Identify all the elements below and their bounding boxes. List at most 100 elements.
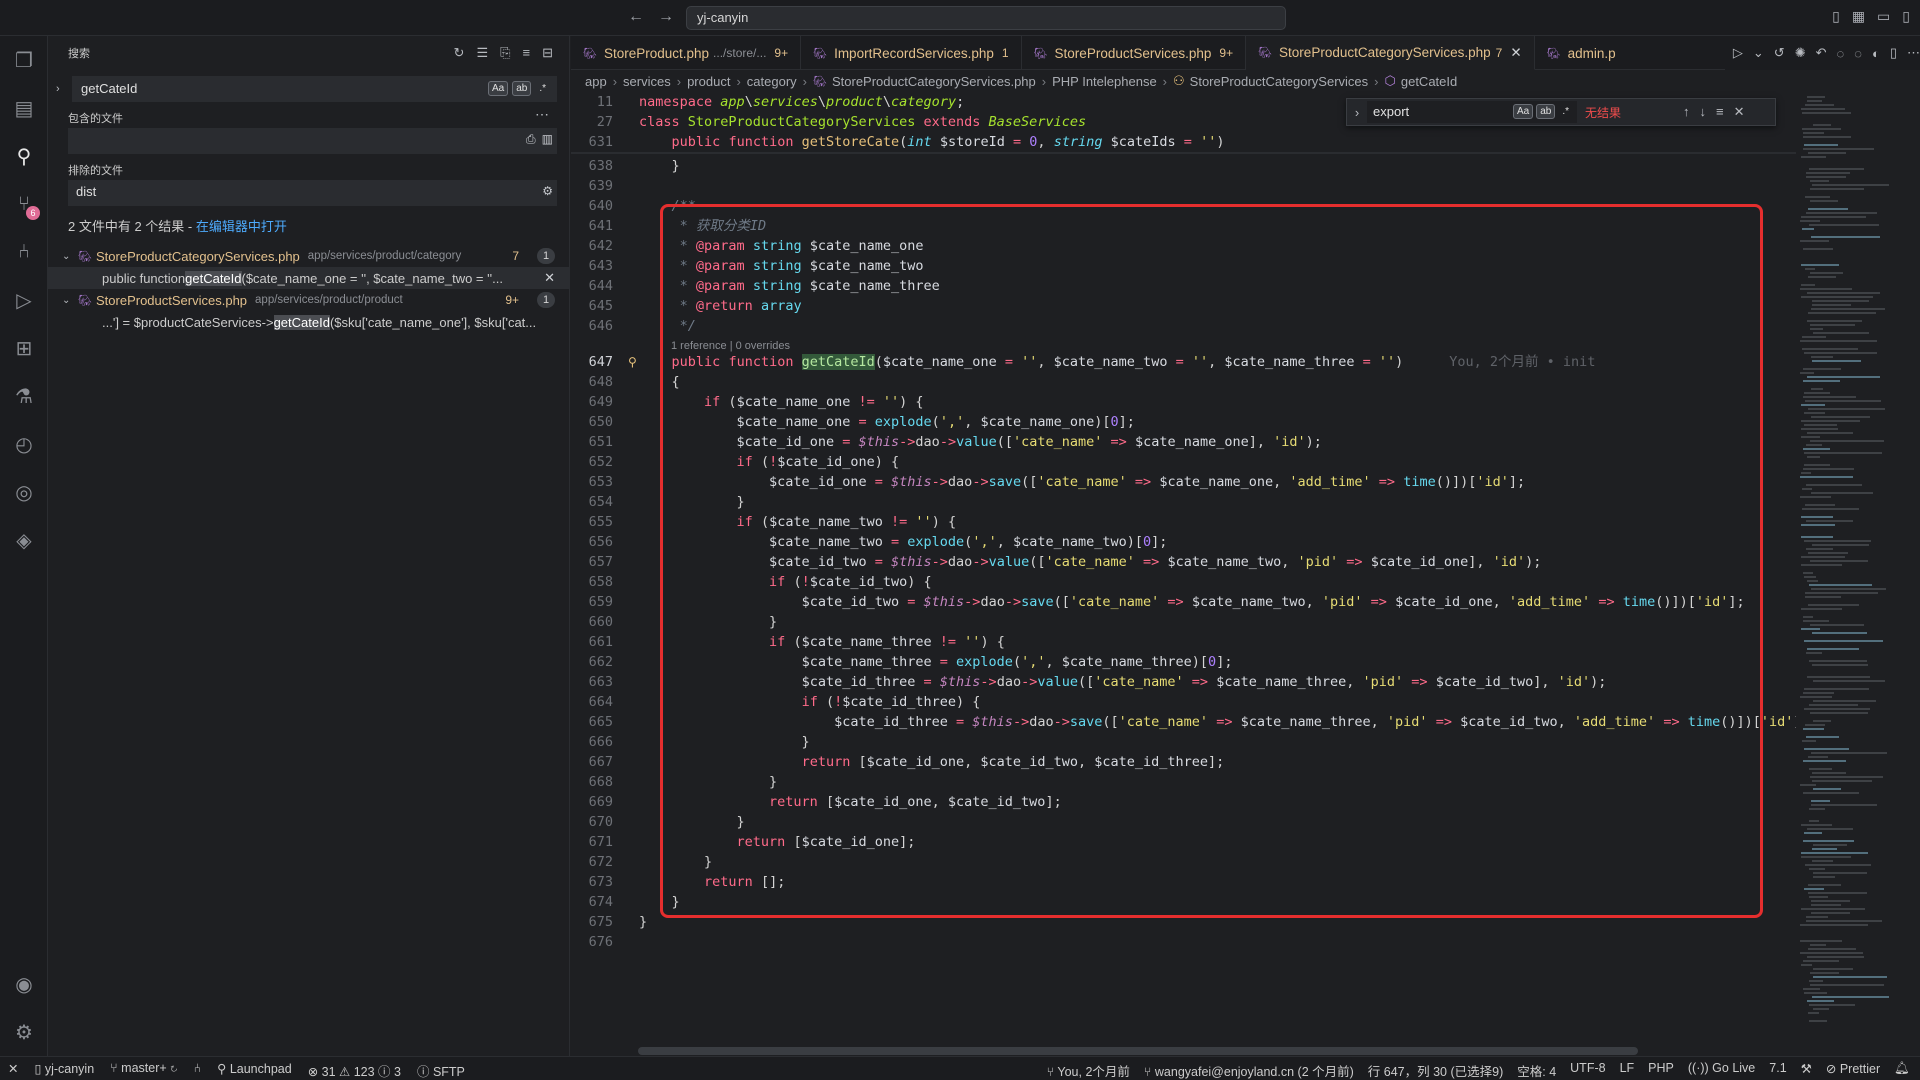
result-file[interactable]: ⌄ 🐘︎ StoreProductServices.php app/servic… xyxy=(48,289,569,311)
tab-import-record-services[interactable]: 🐘︎ ImportRecordServices.php 1 xyxy=(801,36,1022,70)
close-tab-icon[interactable]: ✕ xyxy=(1510,45,1521,61)
match-whole-word-icon[interactable]: ab xyxy=(512,81,532,96)
match-case-icon[interactable]: Aa xyxy=(1512,104,1534,119)
run-icon[interactable]: ▷ xyxy=(1733,45,1743,61)
next-match-icon[interactable]: ↓ xyxy=(1700,104,1707,120)
toggle-replace-icon[interactable]: › xyxy=(56,83,72,95)
match-case-icon[interactable]: Aa xyxy=(487,81,509,96)
toggle-replace-icon[interactable]: › xyxy=(1347,105,1367,120)
breadcrumb-item[interactable]: category xyxy=(747,74,797,89)
clear-results-icon[interactable]: ☰ xyxy=(476,45,488,61)
gitlens-icon[interactable]: ◈ xyxy=(0,516,48,564)
sftp-item[interactable]: ⓘ SFTP xyxy=(417,1061,465,1080)
code-editor[interactable]: 11 namespace app\services\product\categor… xyxy=(571,92,1796,1046)
prettier-item[interactable]: ⊘ Prettier xyxy=(1826,1061,1880,1080)
close-icon[interactable]: ✕ xyxy=(1734,104,1745,120)
commit-next-icon[interactable]: ◌ xyxy=(1854,46,1862,61)
tab-store-product-category-services[interactable]: 🐘︎ StoreProductCategoryServices.php 7 ✕ xyxy=(1246,36,1535,70)
refresh-icon[interactable]: ↻ xyxy=(454,45,465,61)
cursor-position[interactable]: 行 647，列 30 (已选择9) xyxy=(1368,1061,1503,1080)
book-icon[interactable]: ▥ xyxy=(542,132,553,147)
result-match[interactable]: public function getCateId ($cate_name_one… xyxy=(48,267,569,289)
dismiss-icon[interactable]: ✕ xyxy=(544,270,555,286)
open-changes-icon[interactable]: ◐ xyxy=(1872,46,1880,61)
result-file[interactable]: ⌄ 🐘︎ StoreProductCategoryServices.php ap… xyxy=(48,245,569,267)
lightbulb-icon[interactable]: ⚲ xyxy=(628,352,637,372)
customize-layout-icon[interactable]: ▦ xyxy=(1852,8,1865,25)
back-arrow-icon[interactable]: ← xyxy=(628,8,644,26)
chevron-down-icon[interactable]: ⌄ xyxy=(62,295,78,306)
timeline-icon[interactable]: ◴ xyxy=(0,420,48,468)
explorer-icon[interactable]: ❐ xyxy=(0,36,48,84)
match-whole-word-icon[interactable]: ab xyxy=(1536,104,1556,119)
openai-icon[interactable]: ✺ xyxy=(1795,45,1806,61)
collapse-all-icon[interactable]: ⊟ xyxy=(542,45,553,61)
workspace-name[interactable]: ▯ yj-canyin xyxy=(34,1061,94,1080)
indentation[interactable]: 空格: 4 xyxy=(1517,1061,1556,1080)
php-version[interactable]: 7.1 xyxy=(1769,1061,1786,1080)
more-icon[interactable]: ⋯ xyxy=(535,106,549,123)
find-in-selection-icon[interactable]: ≡ xyxy=(1716,104,1724,120)
breadcrumb-item[interactable]: PHP Intelephense xyxy=(1052,74,1157,89)
breadcrumb-item[interactable]: product xyxy=(687,74,730,89)
regex-icon[interactable]: .* xyxy=(535,81,550,96)
remote-indicator-icon[interactable]: ✕ xyxy=(8,1061,18,1080)
blame-item[interactable]: ⑂ You, 2个月前 xyxy=(1047,1061,1130,1080)
breadcrumb-item[interactable]: StoreProductCategoryServices.php xyxy=(832,74,1036,89)
tab-store-product-services[interactable]: 🐘︎ StoreProductServices.php 9+ xyxy=(1022,36,1247,70)
split-editor-icon[interactable]: ▯ xyxy=(1890,45,1897,61)
breadcrumb-item[interactable]: services xyxy=(623,74,671,89)
tools-icon[interactable]: ⚒ xyxy=(1801,1061,1812,1080)
breadcrumb-item[interactable]: app xyxy=(585,74,607,89)
minimap[interactable] xyxy=(1796,92,1906,1046)
command-center[interactable]: yj-canyin xyxy=(686,6,1286,30)
history-icon[interactable]: ↺ xyxy=(1774,45,1785,61)
result-match[interactable]: ...'] = $productCateServices-> getCateId(… xyxy=(48,311,569,333)
forward-arrow-icon[interactable]: → xyxy=(658,8,674,26)
encoding[interactable]: UTF-8 xyxy=(1570,1061,1605,1080)
include-files-input[interactable]: ⎙ ▥ xyxy=(68,128,557,154)
source-control-icon[interactable]: ⑂ 6 xyxy=(0,180,48,228)
toggle-sidebar-icon[interactable]: ▯ xyxy=(1832,8,1840,25)
account-icon[interactable]: ◉ xyxy=(0,960,48,1008)
extensions-icon[interactable]: ⊞ xyxy=(0,324,48,372)
branch-indicator[interactable]: ⑂ master+ ↻ xyxy=(110,1061,177,1080)
language-mode[interactable]: PHP xyxy=(1648,1061,1674,1080)
vertical-scrollbar[interactable] xyxy=(1906,92,1920,1046)
toggle-panel-icon[interactable]: ▭ xyxy=(1877,8,1890,25)
files-icon[interactable]: ▤ xyxy=(0,84,48,132)
view-as-tree-icon[interactable]: ≡ xyxy=(523,45,531,61)
open-editors-only-icon[interactable]: ⎙ xyxy=(526,132,536,147)
git-graph-icon[interactable]: ⑃ xyxy=(194,1061,202,1080)
exclude-files-input[interactable]: dist ⚙ xyxy=(68,180,557,206)
toggle-secondary-sidebar-icon[interactable]: ▯ xyxy=(1902,8,1910,25)
commit-icon[interactable]: ◌ xyxy=(1837,46,1845,61)
go-back-icon[interactable]: ↶ xyxy=(1816,45,1827,61)
new-search-editor-icon[interactable]: ⎘ xyxy=(500,45,510,61)
breadcrumb-item[interactable]: StoreProductCategoryServices xyxy=(1190,74,1368,89)
horizontal-scrollbar[interactable] xyxy=(638,1047,1638,1055)
git-graph-icon[interactable]: ⑃ xyxy=(0,228,48,276)
go-live-item[interactable]: ((·)) Go Live xyxy=(1688,1061,1755,1080)
find-input[interactable]: export Aa ab .* xyxy=(1367,101,1577,123)
testing-icon[interactable]: ⚗ xyxy=(0,372,48,420)
launchpad-item[interactable]: ⚲ Launchpad xyxy=(217,1061,292,1080)
search-icon[interactable]: ⚲ xyxy=(0,132,48,180)
tab-admin[interactable]: 🐘︎ admin.p xyxy=(1535,36,1628,70)
previous-match-icon[interactable]: ↑ xyxy=(1683,104,1690,120)
chevron-down-icon[interactable]: ⌄ xyxy=(1753,45,1764,61)
remote-explorer-icon[interactable]: ◎ xyxy=(0,468,48,516)
regex-icon[interactable]: .* xyxy=(1558,104,1573,119)
problems-indicator[interactable]: ⊗ 31 ⚠ 123 ⓘ 3 xyxy=(308,1061,401,1080)
run-debug-icon[interactable]: ▷ xyxy=(0,276,48,324)
end-of-line[interactable]: LF xyxy=(1620,1061,1635,1080)
tab-store-product[interactable]: 🐘︎ StoreProduct.php .../store/... 9+ xyxy=(571,36,802,70)
open-in-editor-link[interactable]: 在编辑器中打开 xyxy=(196,219,287,234)
search-input[interactable]: getCateId Aa ab .* xyxy=(72,76,557,102)
chevron-down-icon[interactable]: ⌄ xyxy=(62,251,78,262)
notifications-icon[interactable]: 🔔︎ xyxy=(1894,1061,1910,1080)
breadcrumb-item[interactable]: getCateId xyxy=(1401,74,1457,89)
more-actions-icon[interactable]: ⋯ xyxy=(1907,45,1920,61)
use-exclude-settings-icon[interactable]: ⚙ xyxy=(542,184,553,198)
gear-icon[interactable]: ⚙ xyxy=(0,1008,48,1056)
